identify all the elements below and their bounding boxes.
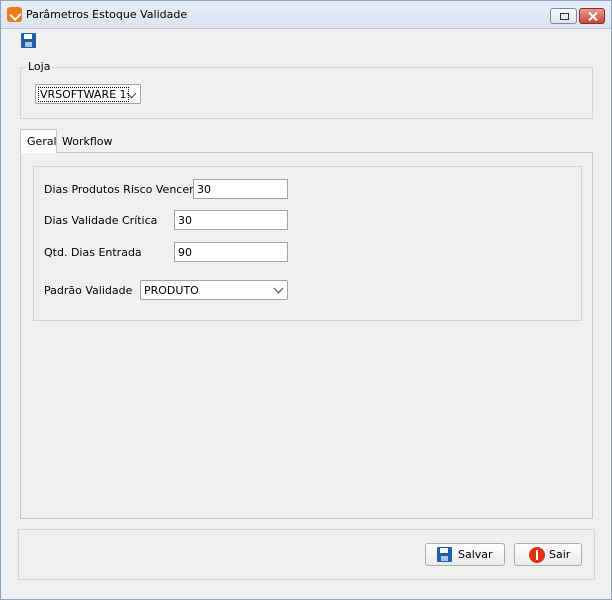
qtd-entrada-label: Qtd. Dias Entrada xyxy=(44,246,142,259)
dias-critica-label: Dias Validade Crítica xyxy=(44,214,158,227)
save-icon xyxy=(437,547,452,562)
sair-label: Sair xyxy=(549,548,571,561)
salvar-button[interactable]: Salvar xyxy=(425,543,505,566)
dias-critica-input[interactable]: 30 xyxy=(174,210,288,230)
tab-geral-label: Geral xyxy=(27,135,57,148)
app-icon xyxy=(7,7,22,22)
salvar-label: Salvar xyxy=(458,548,493,561)
chevron-down-icon xyxy=(273,283,284,294)
restore-button[interactable] xyxy=(550,8,577,24)
window-title: Parâmetros Estoque Validade xyxy=(26,8,188,21)
padrao-validade-label: Padrão Validade xyxy=(44,284,133,297)
padrao-validade-select[interactable]: PRODUTO xyxy=(140,280,288,300)
qtd-entrada-input[interactable]: 90 xyxy=(174,242,288,262)
tab-geral[interactable]: Geral xyxy=(20,129,57,153)
tab-workflow[interactable]: Workflow xyxy=(57,132,113,153)
parametros-window: Parâmetros Estoque Validade Loja VRSOFTW… xyxy=(0,0,612,600)
exit-icon xyxy=(529,547,545,563)
tab-workflow-label: Workflow xyxy=(62,135,113,148)
close-button[interactable] xyxy=(579,8,605,24)
button-panel xyxy=(18,529,595,580)
save-icon[interactable] xyxy=(21,33,36,48)
title-bar: Parâmetros Estoque Validade xyxy=(1,1,611,29)
loja-select[interactable]: VRSOFTWARE 1 xyxy=(35,84,141,104)
dias-risco-input[interactable]: 30 xyxy=(193,179,288,199)
padrao-validade-value: PRODUTO xyxy=(144,284,199,297)
loja-label: Loja xyxy=(26,60,53,73)
loja-selected-value: VRSOFTWARE 1 xyxy=(38,87,129,102)
dias-risco-label: Dias Produtos Risco Vencer xyxy=(44,183,194,196)
sair-button[interactable]: Sair xyxy=(514,543,582,566)
